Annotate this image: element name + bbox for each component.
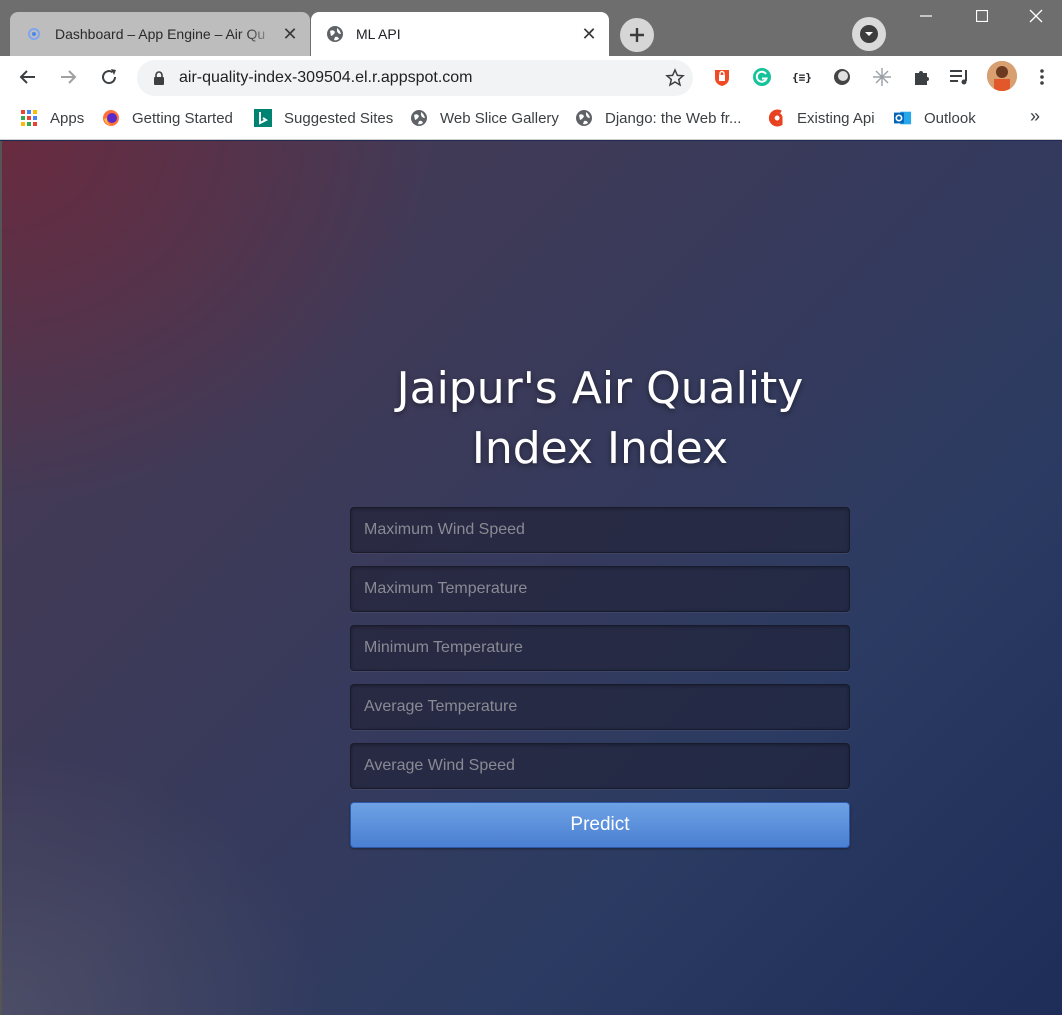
avg-wind-speed-input[interactable] [350, 743, 850, 789]
globe-icon [575, 109, 593, 127]
globe-icon [326, 25, 344, 43]
bookmark-label: Getting Started [132, 109, 233, 127]
bookmark-suggested-sites[interactable]: Suggested Sites [254, 106, 393, 130]
outlook-icon [894, 109, 912, 127]
tab-ml-api[interactable]: ML API ✕ [311, 12, 609, 56]
avatar-icon [987, 61, 1017, 91]
tab-title: ML API [356, 26, 401, 42]
arrow-right-icon [61, 70, 77, 84]
close-window-button[interactable] [1010, 0, 1062, 32]
url-text[interactable]: air-quality-index-309504.el.r.appspot.co… [179, 69, 657, 87]
tab-strip: Dashboard – App Engine – Air Qu ✕ ML API… [0, 0, 1062, 56]
address-bar[interactable]: air-quality-index-309504.el.r.appspot.co… [137, 60, 693, 96]
lock-icon [151, 70, 167, 86]
bookmark-web-slice-gallery[interactable]: Web Slice Gallery [410, 106, 559, 130]
max-temperature-input[interactable] [350, 566, 850, 612]
min-temperature-input[interactable] [350, 625, 850, 671]
new-tab-button[interactable] [620, 18, 654, 52]
grammarly-extension-icon[interactable] [750, 65, 774, 89]
globe-icon [410, 109, 428, 127]
tab-search-button[interactable] [852, 17, 886, 51]
bing-icon [254, 109, 272, 127]
tab-title: Dashboard – App Engine – Air Qu [55, 26, 266, 42]
bookmark-label: Web Slice Gallery [440, 109, 559, 127]
extensions-puzzle-icon[interactable] [910, 65, 934, 89]
bookmark-label: Django: the Web fr... [605, 109, 742, 127]
bookmark-django[interactable]: Django: the Web fr... [575, 106, 741, 130]
avg-temperature-input[interactable] [350, 684, 850, 730]
page-content: Jaipur's Air Quality Index Index Predict [0, 141, 1062, 1015]
bookmark-label: Apps [50, 109, 85, 127]
apps-grid-icon [20, 109, 38, 127]
more-vertical-icon [1040, 69, 1044, 85]
bookmarks-bar: Apps Getting Started Suggested Sites Web… [0, 98, 1062, 140]
bookmark-apps[interactable]: Apps [20, 106, 84, 130]
bookmark-outlook[interactable]: Outlook [894, 106, 976, 130]
reload-icon [102, 69, 117, 85]
arrow-left-icon [19, 70, 35, 84]
svg-text:{≡}: {≡} [792, 71, 812, 84]
ublock-extension-icon[interactable] [710, 65, 734, 89]
bookmark-label: Outlook [924, 109, 976, 127]
firefox-icon [102, 109, 120, 127]
bookmark-existing-api[interactable]: Existing Api [767, 106, 875, 130]
close-icon[interactable]: ✕ [577, 22, 601, 46]
back-button[interactable] [12, 61, 44, 93]
page-title: Jaipur's Air Quality Index Index [350, 359, 850, 479]
close-icon[interactable]: ✕ [278, 22, 302, 46]
json-formatter-extension-icon[interactable]: {≡} [790, 65, 814, 89]
forward-button[interactable] [52, 61, 84, 93]
bookmark-getting-started[interactable]: Getting Started [102, 106, 233, 130]
app-engine-icon [25, 25, 43, 43]
maximize-icon [976, 10, 988, 22]
bookmarks-overflow-button[interactable]: » [1030, 106, 1040, 127]
predict-button[interactable]: Predict [350, 802, 850, 848]
maximize-button[interactable] [954, 0, 1010, 32]
plus-icon [630, 28, 644, 42]
tab-dashboard[interactable]: Dashboard – App Engine – Air Qu ✕ [10, 12, 310, 56]
minimize-icon [920, 15, 932, 17]
page-title-line-2: Index Index [471, 423, 729, 474]
bookmark-star-icon[interactable] [657, 60, 693, 96]
bookmark-label: Existing Api [797, 109, 875, 127]
sparkle-extension-icon[interactable] [870, 65, 894, 89]
chevron-down-icon [860, 25, 878, 43]
bookmark-label: Suggested Sites [284, 109, 394, 127]
circle-extension-icon[interactable] [830, 65, 854, 89]
profile-avatar[interactable] [987, 61, 1017, 91]
menu-button[interactable] [1030, 65, 1054, 89]
close-icon [1029, 9, 1043, 23]
minimize-button[interactable] [898, 0, 954, 32]
browser-toolbar: air-quality-index-309504.el.r.appspot.co… [0, 56, 1062, 98]
page-title-line-1: Jaipur's Air Quality [396, 363, 804, 414]
media-control-icon[interactable] [948, 65, 972, 89]
max-wind-speed-input[interactable] [350, 507, 850, 553]
red-a-icon [767, 109, 785, 127]
reload-button[interactable] [93, 61, 125, 93]
